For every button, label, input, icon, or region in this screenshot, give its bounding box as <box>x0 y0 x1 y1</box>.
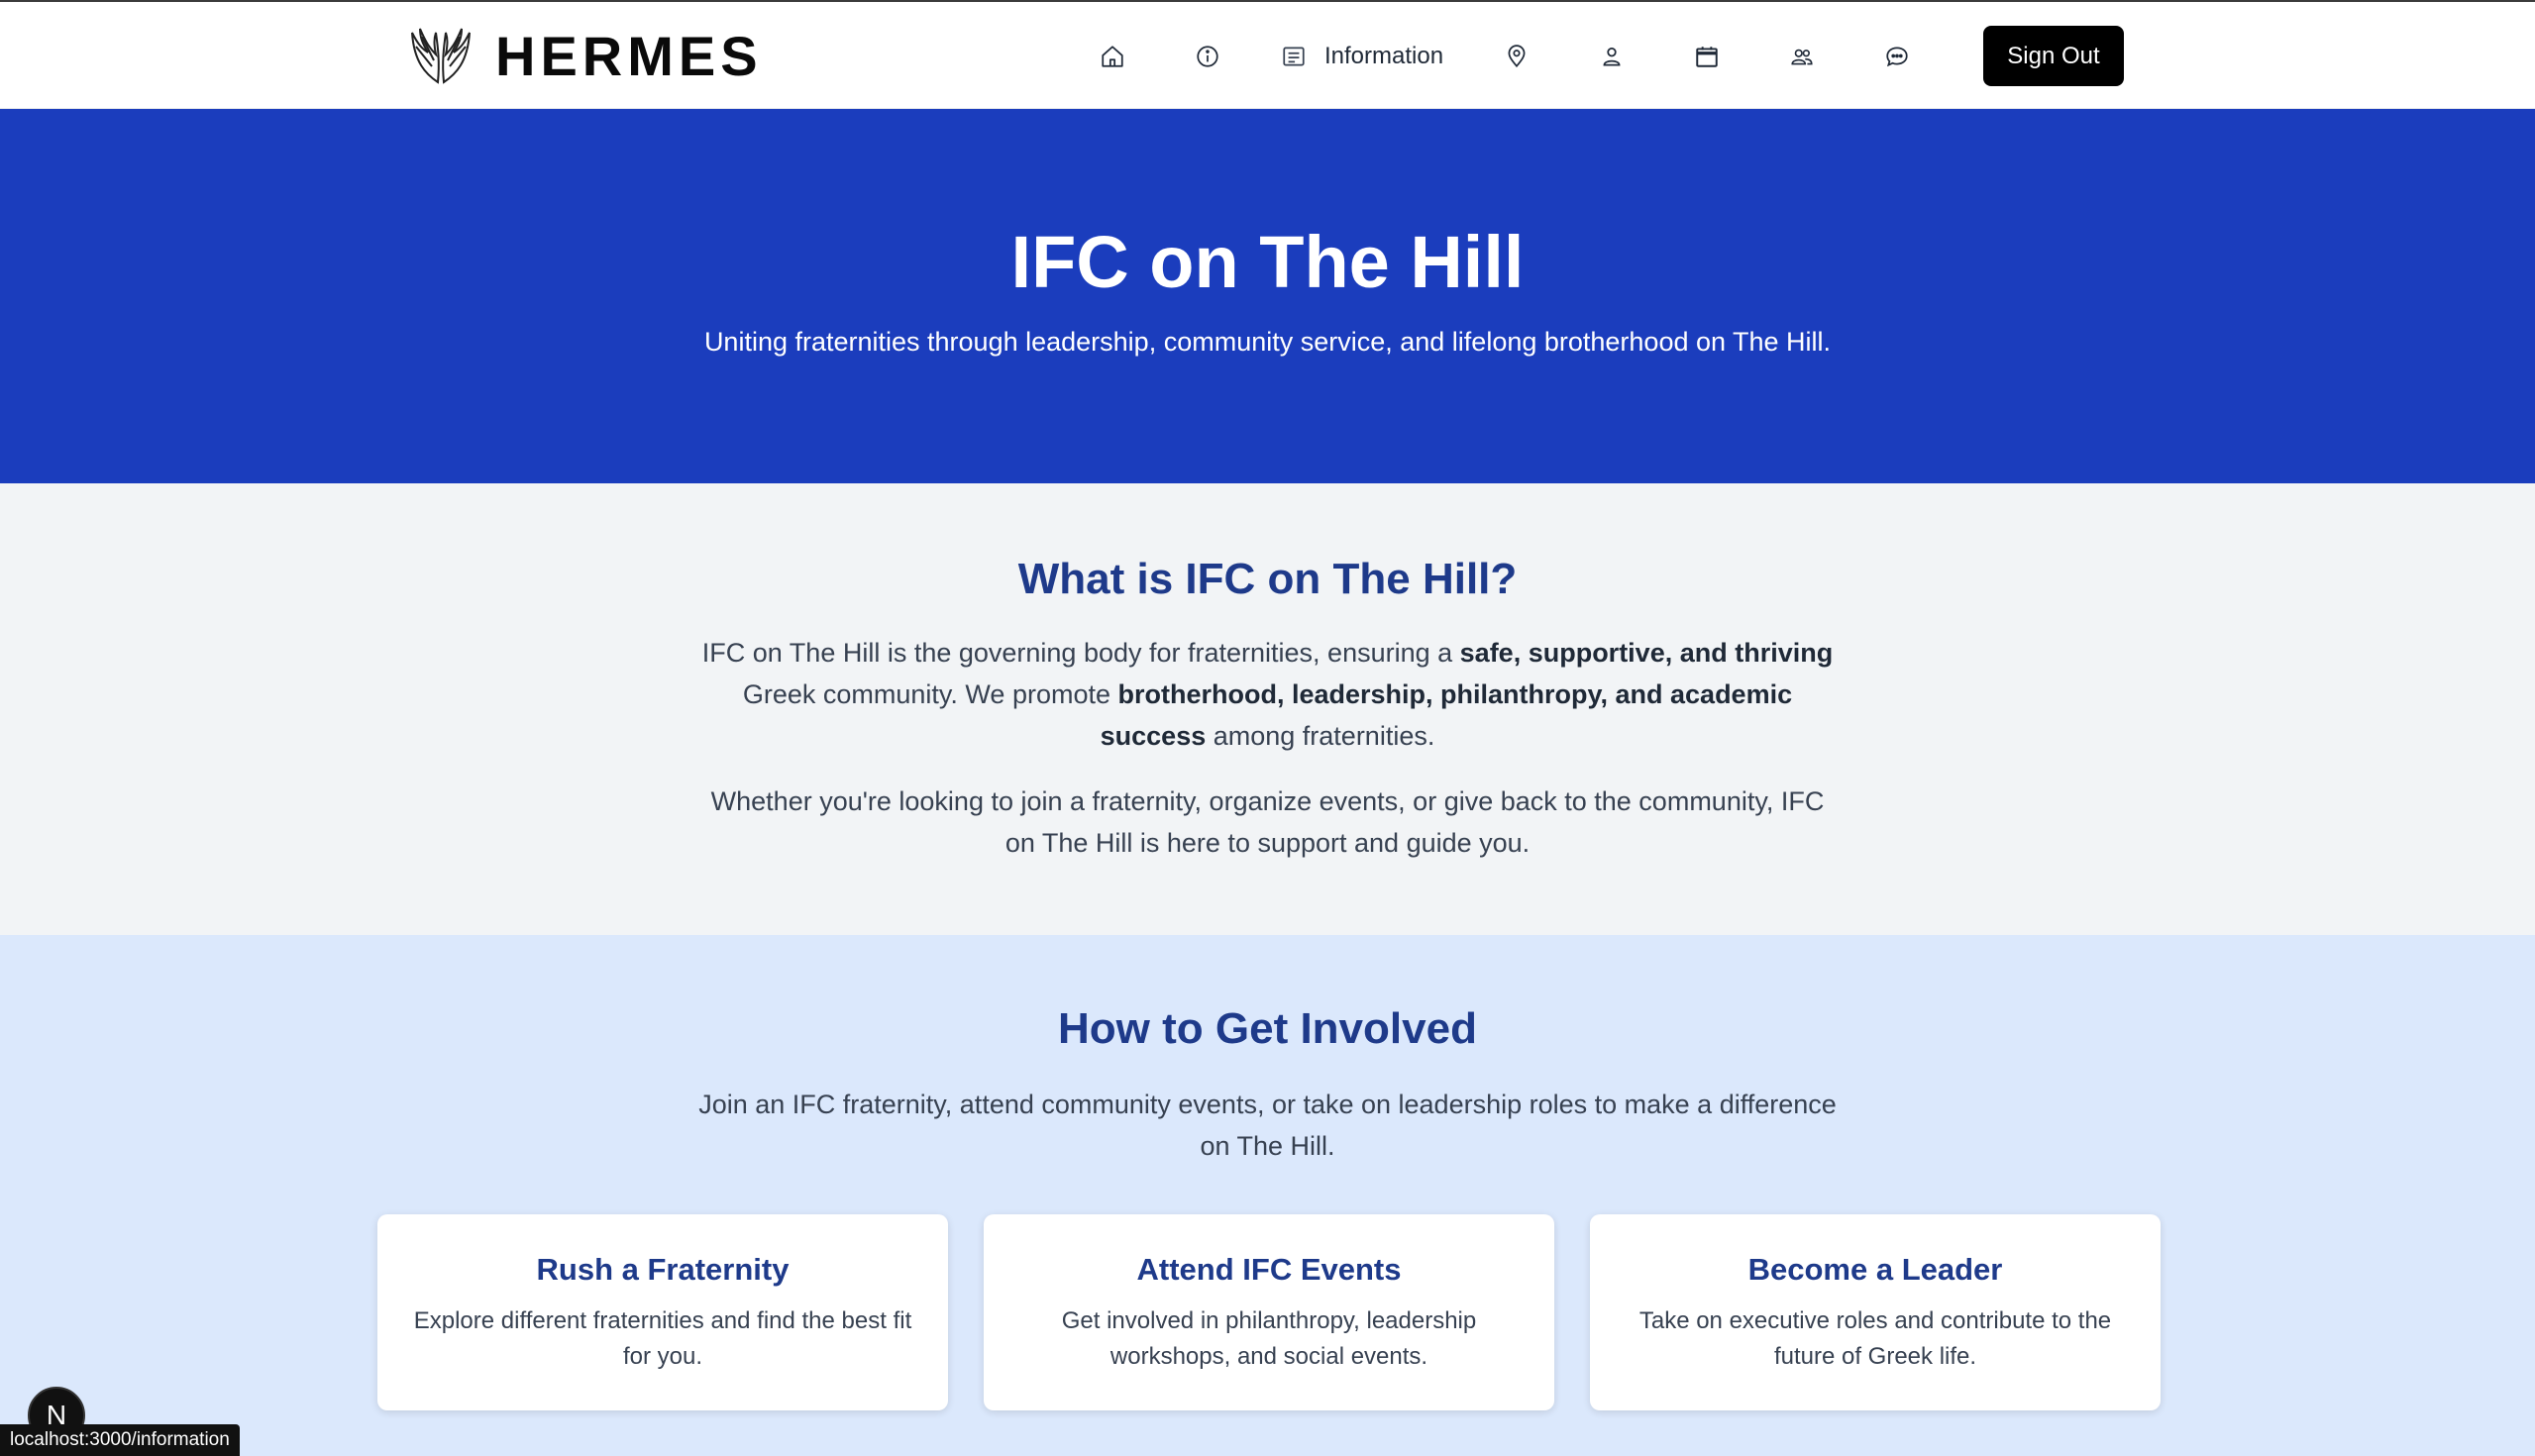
info-icon <box>1197 46 1218 67</box>
status-bar-url: localhost:3000/information <box>0 1424 240 1456</box>
card-rush[interactable]: Rush a Fraternity Explore different frat… <box>377 1214 948 1410</box>
nav-location[interactable] <box>1469 30 1564 83</box>
about-text: among fraternities. <box>1206 721 1435 751</box>
card-title: Become a Leader <box>1747 1252 2003 1287</box>
card-title: Rush a Fraternity <box>536 1252 790 1287</box>
nav-chat[interactable] <box>1849 30 1945 83</box>
wings-logo-icon <box>411 28 471 84</box>
navbar: HERMES Information Sign Out <box>0 2 2535 109</box>
involved-lead: Join an IFC fraternity, attend community… <box>698 1090 1837 1161</box>
about-text: IFC on The Hill is the governing body fo… <box>701 638 1460 668</box>
nav-home[interactable] <box>1065 30 1160 83</box>
about-text: Greek community. We promote <box>742 679 1118 709</box>
about-section: What is IFC on The Hill? IFC on The Hill… <box>0 483 2535 935</box>
get-involved-section: How to Get Involved Join an IFC fraterni… <box>0 935 2535 1456</box>
hero-title: IFC on The Hill <box>1010 221 1525 303</box>
chat-icon <box>1886 47 1908 67</box>
information-icon <box>1283 47 1305 66</box>
nav-links: Information <box>1065 30 1945 83</box>
card-text: Explore different fraternities and find … <box>413 1307 912 1370</box>
sign-out-button[interactable]: Sign Out <box>1983 26 2124 86</box>
nav-information-label: Information <box>1324 43 1444 69</box>
involved-title: How to Get Involved <box>1058 1004 1477 1053</box>
nav-calendar[interactable] <box>1659 30 1754 83</box>
nav-profile[interactable] <box>1564 30 1659 83</box>
about-title: What is IFC on The Hill? <box>1017 555 1518 603</box>
about-paragraph-2: Whether you're looking to join a fratern… <box>710 786 1825 858</box>
card-title: Attend IFC Events <box>1136 1252 1402 1287</box>
hero-subtitle: Uniting fraternities through leadership,… <box>703 327 1832 357</box>
hero-section: IFC on The Hill Uniting fraternities thr… <box>0 109 2535 483</box>
logo[interactable]: HERMES <box>408 22 763 89</box>
nav-groups[interactable] <box>1754 30 1849 83</box>
logo-text: HERMES <box>495 24 763 87</box>
card-events[interactable]: Attend IFC Events Get involved in philan… <box>984 1214 1554 1410</box>
calendar-icon <box>1696 47 1718 67</box>
card-text: Take on executive roles and contribute t… <box>1638 1307 2112 1370</box>
groups-icon <box>1791 49 1813 65</box>
about-emphasis: safe, supportive, and thriving <box>1459 638 1834 668</box>
profile-icon <box>1603 48 1621 66</box>
home-icon <box>1102 46 1123 67</box>
nav-about[interactable] <box>1160 30 1255 83</box>
about-paragraph-1: IFC on The Hill is the governing body fo… <box>693 632 1843 757</box>
card-text: Get involved in philanthropy, leadership… <box>1061 1307 1477 1370</box>
about-emphasis: brotherhood, leadership, philanthropy, a… <box>1100 679 1793 751</box>
card-leader[interactable]: Become a Leader Take on executive roles … <box>1590 1214 2161 1410</box>
location-icon <box>1508 45 1526 68</box>
nav-information[interactable]: Information <box>1255 30 1469 83</box>
